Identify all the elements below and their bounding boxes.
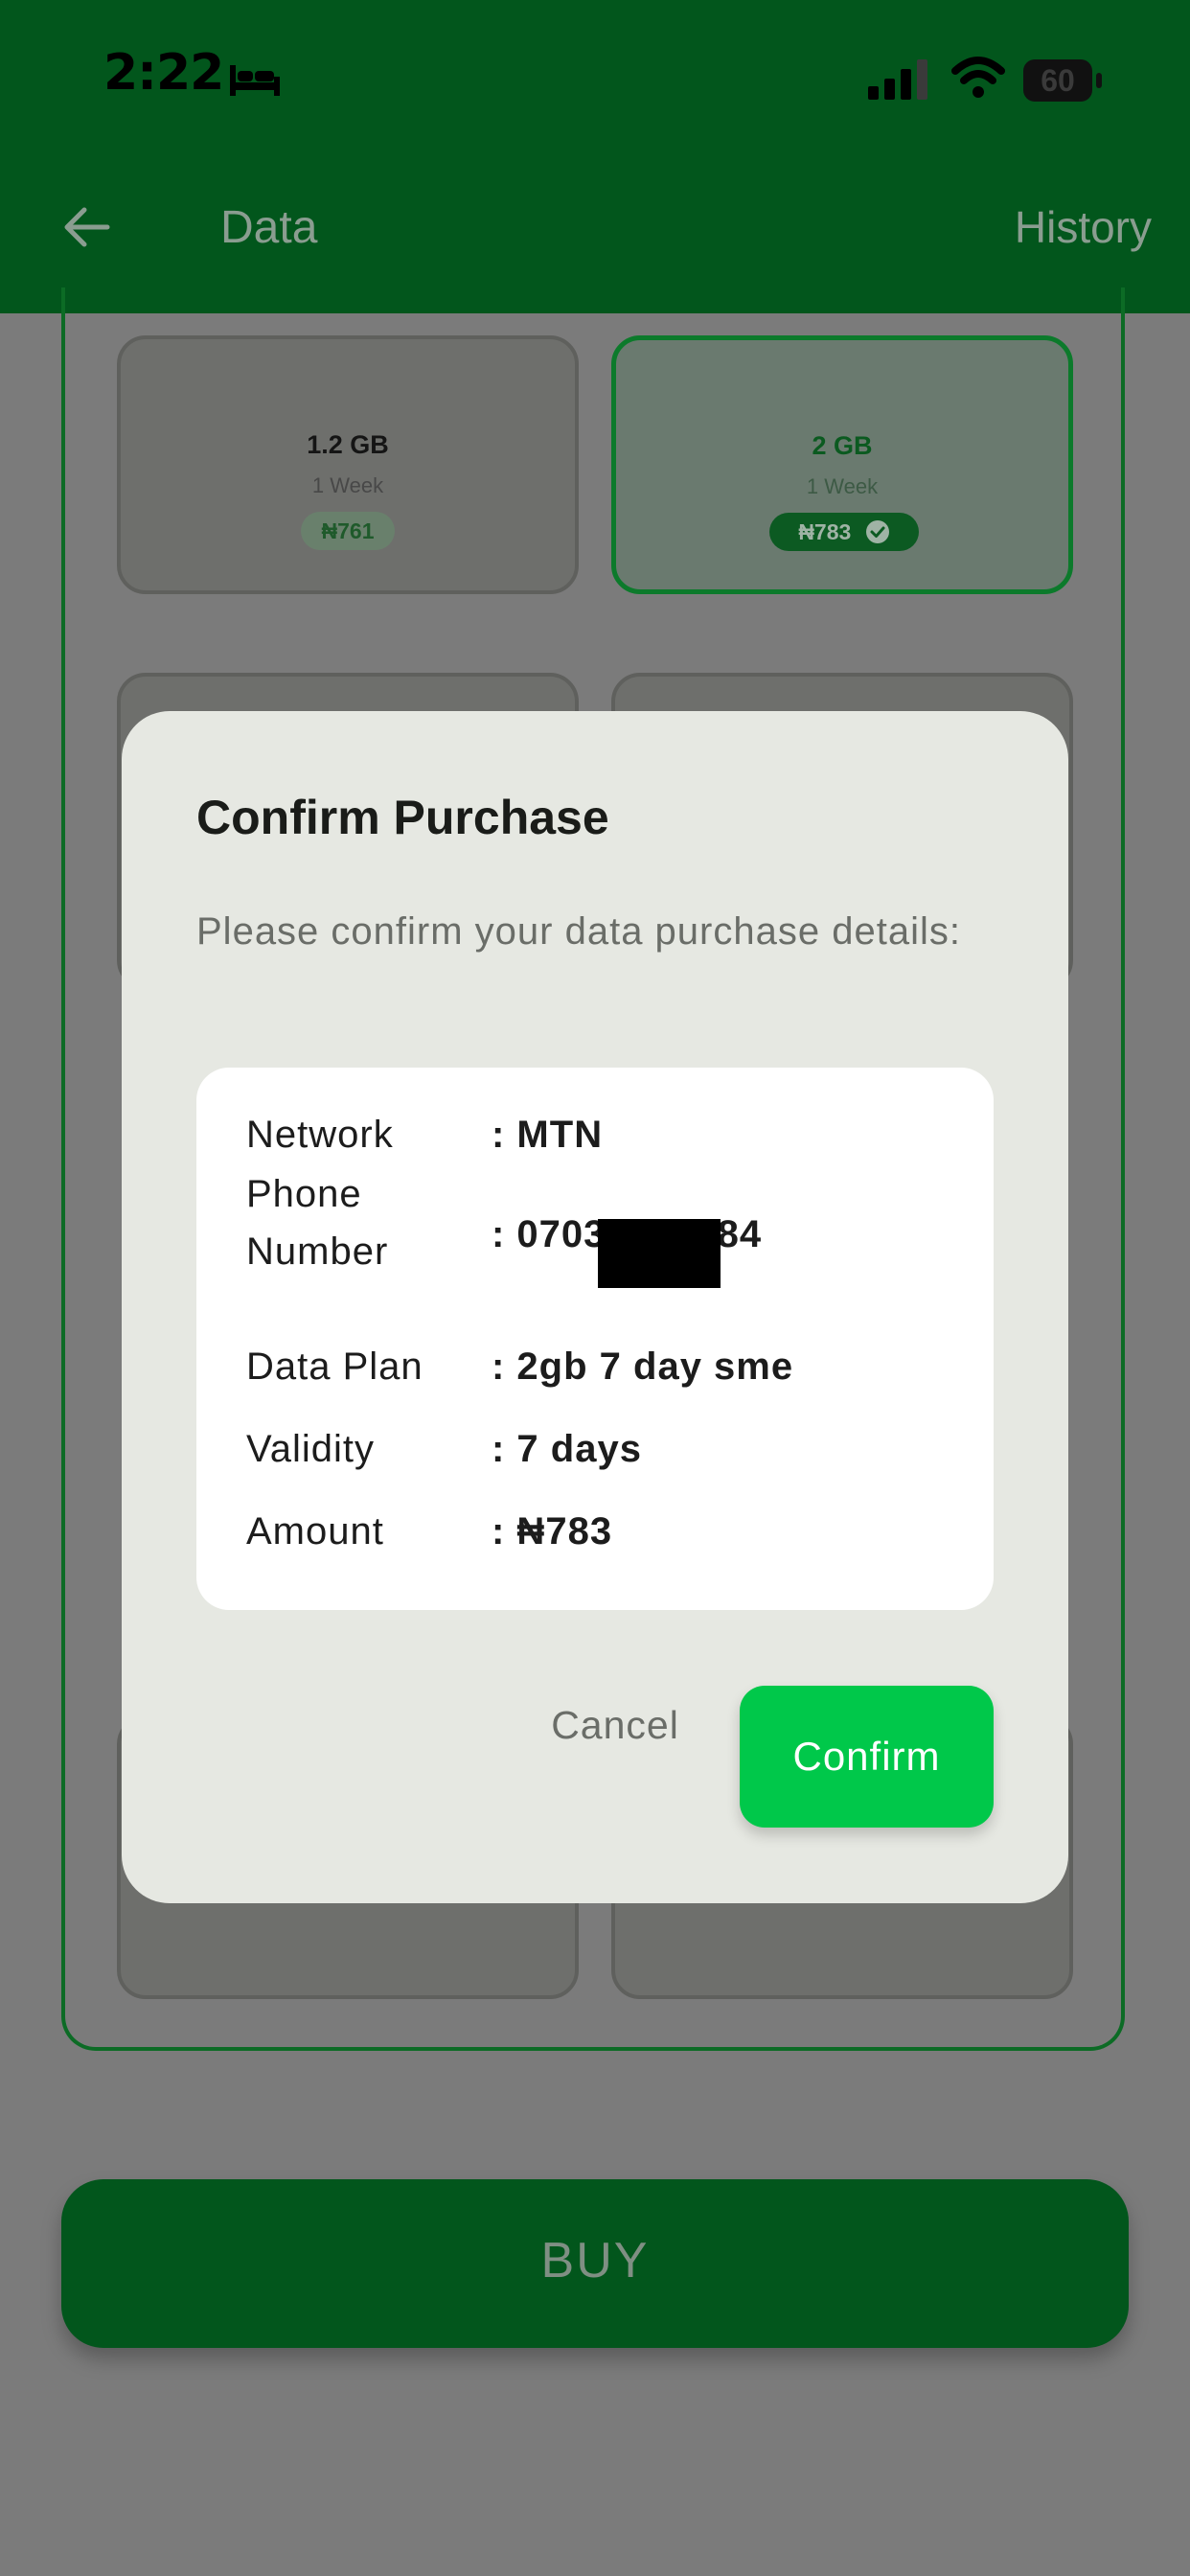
cellular-signal-icon [868, 59, 927, 100]
detail-value: : 7 days [492, 1428, 642, 1470]
check-circle-icon [865, 519, 889, 543]
detail-value: : MTN [492, 1114, 604, 1156]
detail-row-validity: Validity : 7 days [246, 1420, 974, 1478]
detail-label: Validity [246, 1428, 375, 1470]
cancel-button[interactable]: Cancel [524, 1677, 706, 1773]
detail-value: : 2gb 7 day sme [492, 1346, 794, 1388]
history-button[interactable]: History [1015, 201, 1152, 253]
plan-price-badge: ₦783 [769, 513, 919, 551]
battery-level: 60 [1023, 59, 1092, 102]
purchase-details-card: Network: MTNPhone Number: 07034801584Dat… [196, 1068, 994, 1610]
detail-label: Phone Number [246, 1173, 389, 1273]
plan-validity: 1 Week [311, 473, 384, 497]
plan-card[interactable]: 1.2 GB 1 Week ₦761 [117, 335, 579, 594]
battery-indicator: 60 [1023, 59, 1104, 102]
plan-validity: 1 Week [806, 474, 879, 498]
confirm-button[interactable]: Confirm [740, 1686, 994, 1828]
page-title: Data [220, 202, 318, 253]
plan-card-selected[interactable]: 2 GB 1 Week ₦783 [611, 335, 1073, 594]
status-time: 2:22 [103, 44, 224, 102]
detail-label: Network [246, 1114, 394, 1156]
plan-price: ₦783 [798, 519, 852, 544]
plan-price: ₦761 [321, 518, 375, 543]
app-header: 2:22 60 Data History [0, 0, 1190, 313]
wifi-icon [951, 57, 1005, 98]
back-arrow-icon[interactable] [59, 203, 113, 251]
detail-row-plan: Data Plan : 2gb 7 day sme [246, 1338, 974, 1395]
redaction-block [598, 1219, 721, 1288]
plan-size: 1.2 GB [307, 430, 389, 459]
dialog-title: Confirm Purchase [196, 791, 609, 844]
plan-price-badge: ₦761 [301, 512, 395, 550]
detail-value: : ₦783 [492, 1510, 613, 1552]
buy-label: BUY [540, 2233, 650, 2288]
detail-label: Amount [246, 1510, 384, 1552]
detail-row-amount: Amount : ₦783 [246, 1503, 974, 1560]
plan-size: 2 GB [812, 431, 873, 460]
detail-label: Data Plan [246, 1346, 423, 1388]
dialog-message: Please confirm your data purchase detail… [196, 910, 961, 953]
battery-tip [1096, 73, 1102, 88]
sleep-mode-icon [230, 65, 280, 96]
detail-row-network: Network : MTN [246, 1106, 974, 1163]
buy-button[interactable]: BUY [61, 2179, 1129, 2348]
